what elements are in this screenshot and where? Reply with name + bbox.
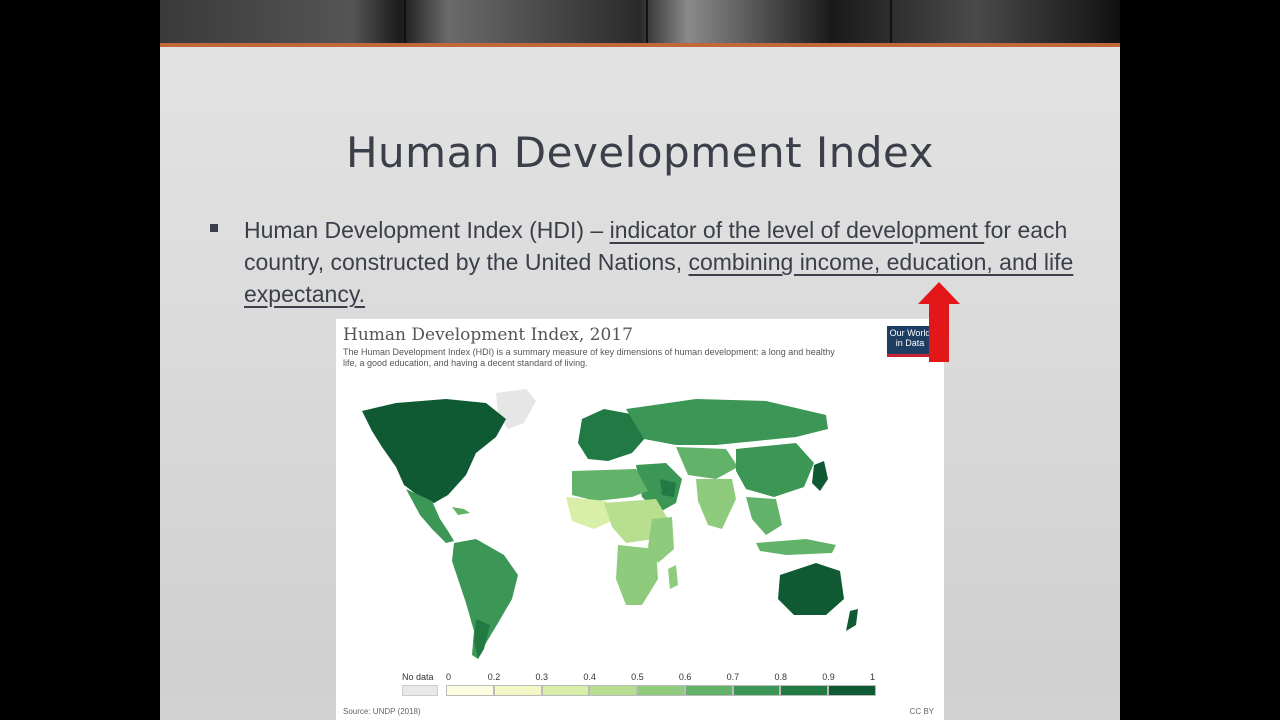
world-choropleth-map: [362, 389, 858, 659]
southern-africa-region: [616, 545, 658, 605]
legend-no-data-swatch: [402, 685, 438, 696]
legend-tick-label: 0.4: [583, 672, 596, 682]
hdi-map-figure: Human Development Index, 2017 The Human …: [336, 319, 944, 720]
slide-title: Human Development Index: [345, 128, 935, 177]
caribbean-region: [452, 507, 470, 515]
legend-color-swatch: [684, 685, 733, 696]
australia-region: [778, 563, 844, 615]
legend-color-swatch: [780, 685, 829, 696]
accent-bar: [160, 43, 1120, 47]
legend-tick-label: 0.2: [487, 672, 501, 682]
legend-color-swatch: [732, 685, 781, 696]
south-asia-region: [696, 479, 736, 529]
legend-color-swatch: [637, 685, 685, 696]
map-license: CC BY: [909, 707, 934, 716]
map-description: The Human Development Index (HDI) is a s…: [343, 347, 835, 368]
map-legend: No data 0 0.2 0.3 0.4 0.5 0.6 0.7 0.8 0.9 1: [336, 669, 944, 699]
southeast-asia-region: [746, 497, 782, 535]
header-banner-image: [160, 0, 1120, 43]
legend-tick-label: 0.3: [535, 672, 549, 682]
central-asia-region: [676, 447, 738, 479]
japan-korea-region: [812, 461, 828, 491]
legend-color-swatch: [828, 685, 876, 696]
legend-tick-label: 0.5: [631, 672, 644, 682]
bullet-square-icon: [210, 224, 218, 232]
north-africa-region: [572, 469, 648, 501]
banner-divider: [646, 0, 648, 43]
legend-tick-label: 0.8: [774, 672, 787, 682]
legend-tick-label: 0: [446, 672, 452, 682]
legend-color-swatch: [446, 685, 494, 696]
indonesia-region: [756, 539, 836, 555]
red-up-arrow-icon: [918, 282, 960, 362]
legend-color-swatch: [589, 685, 638, 696]
map-title: Human Development Index, 2017: [343, 325, 633, 345]
new-zealand-region: [846, 609, 858, 631]
north-america-region: [362, 399, 506, 503]
banner-divider: [404, 0, 406, 43]
map-source: Source: UNDP (2018): [343, 707, 421, 716]
russia-region: [626, 399, 828, 445]
banner-divider: [890, 0, 892, 43]
legend-tick-label: 0.7: [726, 672, 740, 682]
east-asia-region: [736, 443, 814, 497]
legend-tick-label: 1: [870, 672, 876, 682]
legend-color-swatch: [493, 685, 542, 696]
bullet-text-part: Human Development Index (HDI) –: [244, 217, 610, 243]
legend-tick-label: 0.9: [822, 672, 835, 682]
madagascar-region: [668, 565, 678, 589]
legend-no-data-label: No data: [402, 672, 434, 682]
legend-tick-label: 0.6: [678, 672, 692, 682]
bullet-underlined-definition: indicator of the level of development: [609, 217, 985, 243]
legend-color-swatch: [541, 685, 590, 696]
